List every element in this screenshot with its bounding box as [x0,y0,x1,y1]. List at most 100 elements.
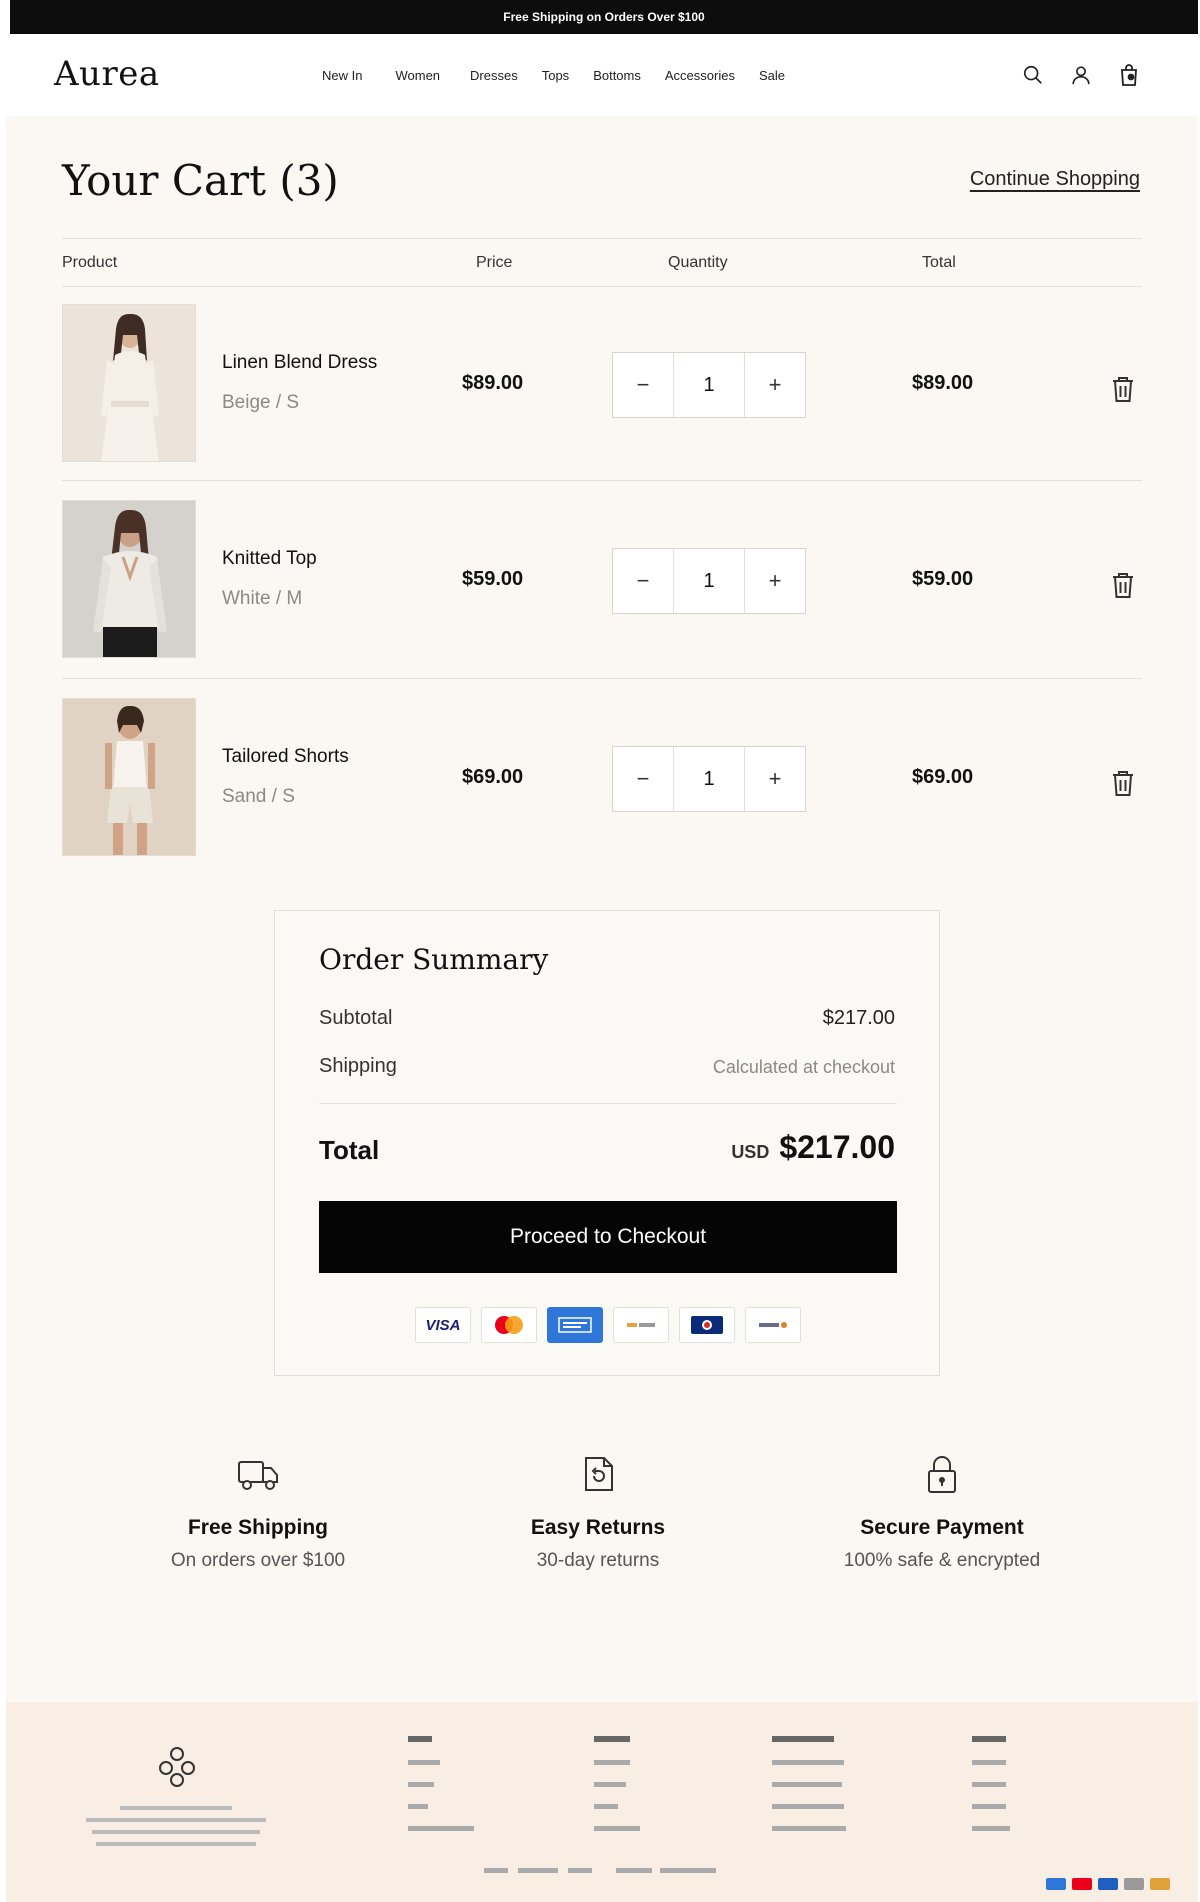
footer-column [972,1736,1032,1851]
trash-icon[interactable] [1110,570,1138,600]
payment-methods: VISA [415,1307,801,1343]
increase-quantity-button[interactable]: + [745,353,805,417]
feature-title: Easy Returns [530,1516,666,1539]
proceed-to-checkout-button[interactable]: Proceed to Checkout [319,1201,897,1273]
order-summary: Order Summary Subtotal $217.00 Shipping … [274,910,940,1376]
site-header: Aurea New In Women Dresses Tops Bottoms … [6,34,1198,116]
feature-free-shipping: Free Shipping On orders over $100 [98,1450,418,1572]
returns-icon [574,1450,622,1498]
decrease-quantity-button[interactable]: − [613,747,673,811]
footer-logo-icon [152,1740,202,1790]
product-price: $89.00 [462,372,524,394]
header-actions [1020,62,1142,88]
subtotal-value: $217.00 [822,1007,895,1029]
quantity-value[interactable]: 1 [673,747,745,811]
footer-card-icon [1046,1878,1066,1890]
account-icon[interactable] [1068,62,1094,88]
divider [62,480,1142,481]
nav-dresses[interactable]: Dresses [470,68,518,83]
column-header-price: Price [476,254,513,271]
site-footer [6,1702,1198,1902]
feature-title: Secure Payment [860,1516,1024,1539]
decrease-quantity-button[interactable]: − [613,353,673,417]
mastercard-icon [481,1307,537,1343]
increase-quantity-button[interactable]: + [745,747,805,811]
divider [319,1103,897,1104]
product-variant: White / M [222,588,303,609]
diners-icon [679,1307,735,1343]
footer-card-icon [1124,1878,1144,1890]
nav-tops[interactable]: Tops [542,68,569,83]
feature-title: Free Shipping [187,1516,328,1539]
nav-accessories[interactable]: Accessories [665,68,735,83]
increase-quantity-button[interactable]: + [745,549,805,613]
summary-title: Order Summary [319,943,549,976]
nav-sale[interactable]: Sale [759,68,785,83]
footer-column [594,1736,674,1851]
main-nav: New In Women Dresses Tops Bottoms Access… [322,68,785,83]
quantity-stepper: − 1 + [612,352,806,418]
divider [62,238,1142,239]
line-total: $69.00 [912,766,974,788]
footer-column [772,1736,862,1851]
divider [62,678,1142,679]
cart-item-row: Linen Blend Dress Beige / S $89.00 − 1 +… [62,304,1142,464]
nav-bottoms[interactable]: Bottoms [593,68,641,83]
product-image[interactable] [62,698,196,856]
quantity-value[interactable]: 1 [673,549,745,613]
product-variant: Beige / S [222,392,300,413]
footer-legal-links-placeholder [484,1866,724,1876]
discover-icon [745,1307,801,1343]
footer-payment-icons [1046,1878,1170,1890]
line-total: $89.00 [912,372,974,394]
footer-column [408,1736,488,1851]
quantity-value[interactable]: 1 [673,353,745,417]
column-header-quantity: Quantity [668,254,728,271]
cart-main: Your Cart (3) Continue Shopping Product … [6,116,1198,1702]
column-header-product: Product [62,254,118,271]
product-image[interactable] [62,304,196,462]
cart-item-row: Knitted Top White / M $59.00 − 1 + $59.0… [62,500,1142,660]
search-icon[interactable] [1020,62,1046,88]
visa-icon: VISA [415,1307,471,1343]
divider [62,286,1142,287]
currency-code: USD [731,1142,770,1162]
amex-icon [547,1307,603,1343]
nav-new-in[interactable]: New In [322,68,362,83]
cart-icon[interactable] [1116,62,1142,88]
truck-icon [234,1450,282,1498]
footer-card-icon [1098,1878,1118,1890]
feature-subtitle: 30-day returns [536,1550,660,1571]
trash-icon[interactable] [1110,768,1138,798]
product-variant: Sand / S [222,786,295,807]
product-price: $69.00 [462,766,524,788]
quantity-stepper: − 1 + [612,548,806,614]
trash-icon[interactable] [1110,374,1138,404]
product-image[interactable] [62,500,196,658]
feature-secure-payment: Secure Payment 100% safe & encrypted [782,1450,1102,1572]
cart-item-row: Tailored Shorts Sand / S $69.00 − 1 + $6… [62,698,1142,858]
continue-shopping-link[interactable]: Continue Shopping [970,168,1140,191]
column-header-total: Total [922,254,956,271]
lock-icon [918,1450,966,1498]
cart-page: Free Shipping on Orders Over $100 Aurea … [0,0,1200,1902]
footer-tagline-placeholder [86,1806,266,1854]
decrease-quantity-button[interactable]: − [613,549,673,613]
product-name[interactable]: Knitted Top [222,548,317,570]
brand-logo[interactable]: Aurea [54,54,160,94]
shipping-label: Shipping [319,1055,397,1077]
total-value-group: USD $217.00 [731,1129,895,1166]
quantity-stepper: − 1 + [612,746,806,812]
product-name[interactable]: Tailored Shorts [222,746,349,768]
footer-card-icon [1150,1878,1170,1890]
feature-easy-returns: Easy Returns 30-day returns [438,1450,758,1572]
page-title: Your Cart (3) [62,156,339,205]
nav-women[interactable]: Women [395,68,440,83]
product-name[interactable]: Linen Blend Dress [222,352,377,374]
footer-card-icon [1072,1878,1092,1890]
product-price: $59.00 [462,568,524,590]
feature-subtitle: On orders over $100 [170,1550,346,1571]
total-label: Total [319,1135,380,1165]
total-value: $217.00 [779,1129,895,1165]
announcement-bar: Free Shipping on Orders Over $100 [10,0,1198,34]
